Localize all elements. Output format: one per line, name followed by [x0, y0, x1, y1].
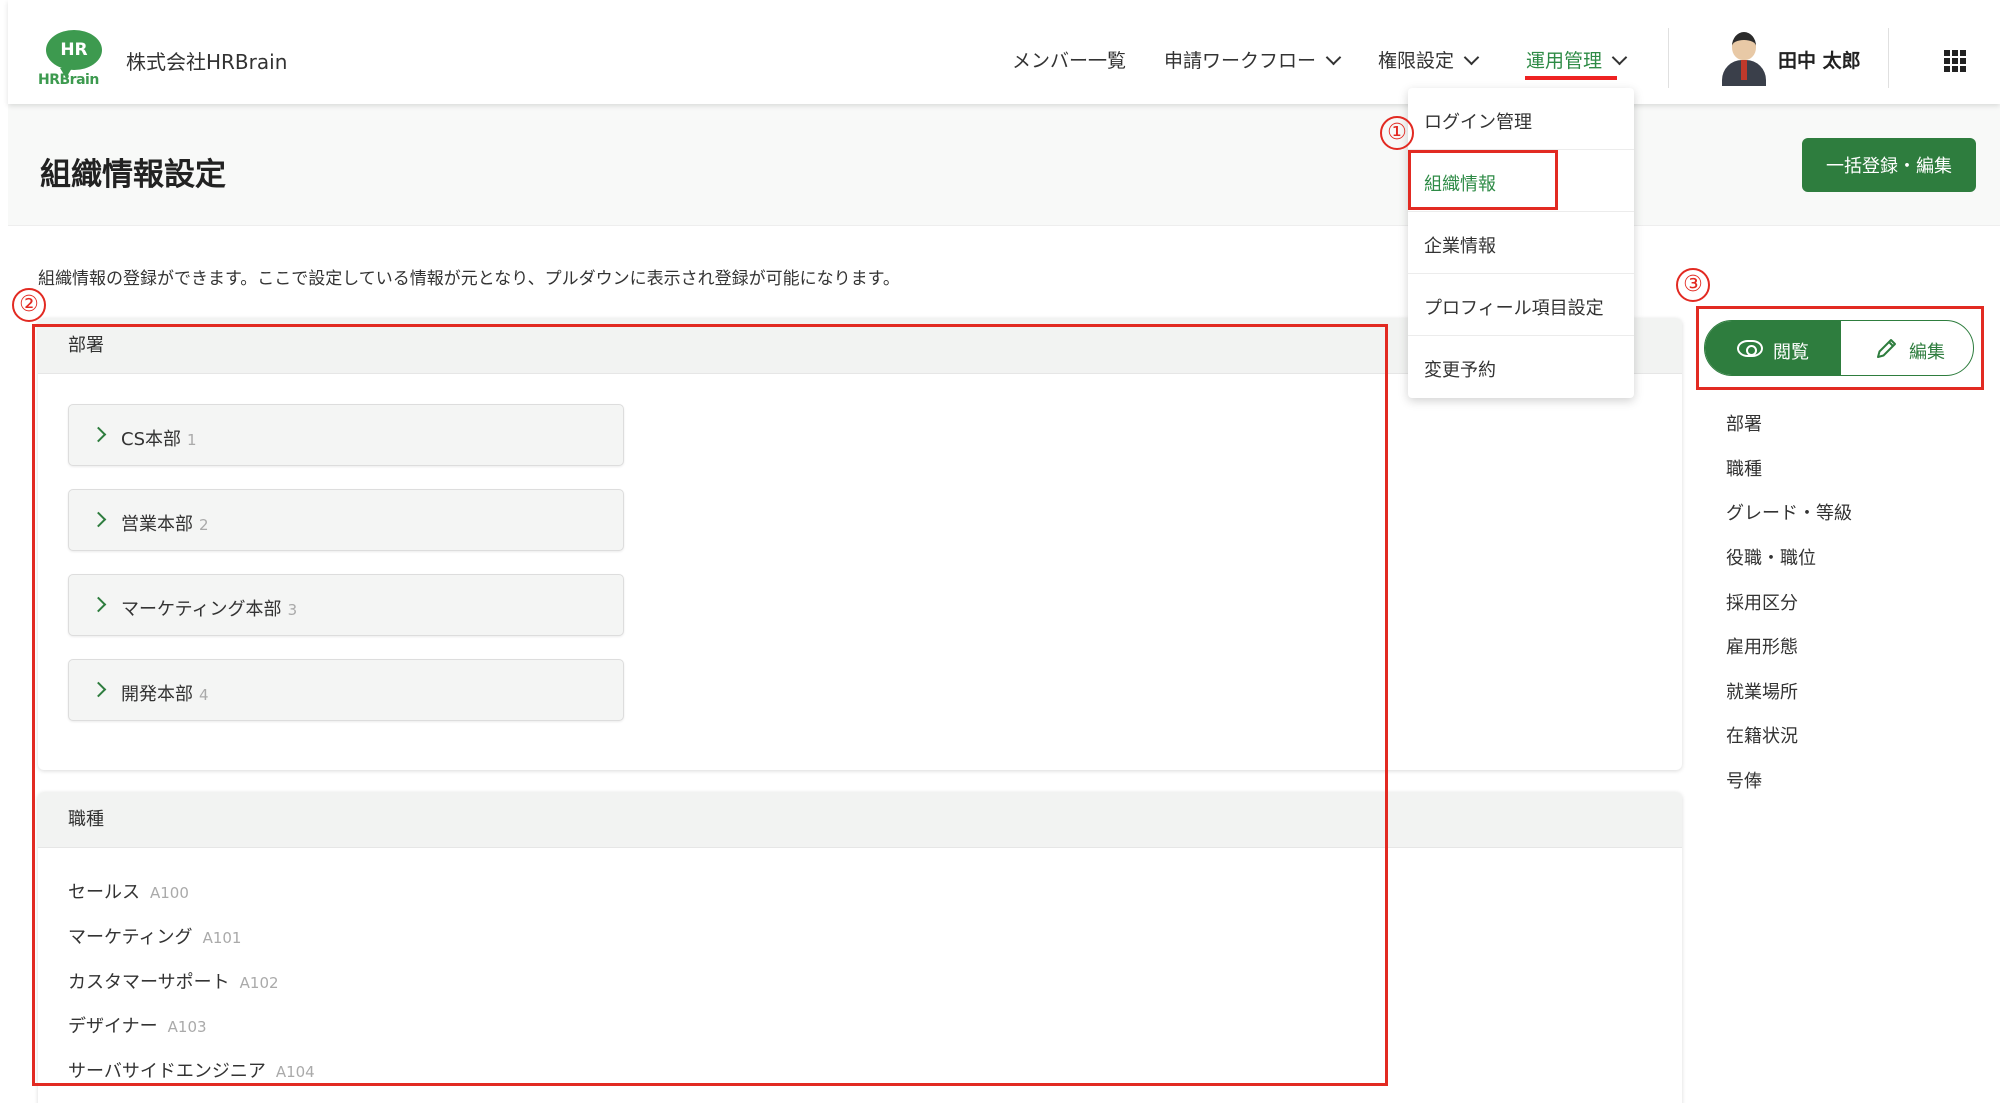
department-count: 3	[287, 601, 298, 619]
jobs-card: 職種 セールス A100 マーケティング A101 カスタマーサポート A102 デザ…	[38, 792, 1682, 1103]
bulk-edit-button[interactable]: 一括登録・編集	[1802, 138, 1976, 192]
nav-member-list[interactable]: メンバー一覧	[1012, 46, 1126, 73]
job-code: A101	[202, 929, 242, 947]
menu-item-label: 企業情報	[1424, 236, 1496, 257]
side-nav-workplace[interactable]: 就業場所	[1726, 678, 1798, 704]
menu-item-profile-fields[interactable]: プロフィール項目設定	[1408, 274, 1634, 336]
user-name[interactable]: 田中 太郎	[1778, 46, 1861, 73]
chevron-right-icon	[90, 511, 107, 528]
nav-operations[interactable]: 運用管理	[1526, 46, 1628, 73]
nav-workflow[interactable]: 申請ワークフロー	[1164, 46, 1342, 73]
logo-bubble: HR	[46, 30, 102, 78]
job-code: A100	[150, 884, 189, 902]
annotation-number-3: ③	[1676, 268, 1710, 302]
eye-icon	[1737, 340, 1763, 357]
side-nav-hiring-type[interactable]: 採用区分	[1726, 589, 1798, 615]
job-code: A104	[275, 1063, 315, 1081]
job-row: サーバサイドエンジニア A104	[68, 1057, 315, 1083]
pencil-icon	[1877, 339, 1896, 358]
department-row[interactable]: 開発本部 4	[68, 659, 624, 721]
nav-active-underline	[1525, 76, 1617, 80]
avatar-tie	[1741, 60, 1747, 80]
job-row: セールス A100	[68, 878, 189, 904]
menu-item-login[interactable]: ログイン管理	[1408, 88, 1634, 150]
side-nav-departments[interactable]: 部署	[1726, 410, 1762, 436]
department-row[interactable]: CS本部 1	[68, 404, 624, 466]
view-mode-button[interactable]: 閲覧	[1705, 321, 1841, 375]
menu-item-label: 変更予約	[1424, 360, 1496, 381]
side-nav-salary-step[interactable]: 号俸	[1726, 767, 1762, 793]
menu-item-company-info[interactable]: 企業情報	[1408, 212, 1634, 274]
header-divider	[1668, 28, 1669, 88]
side-nav-enrollment-status[interactable]: 在籍状況	[1726, 722, 1798, 748]
menu-item-label: プロフィール項目設定	[1424, 298, 1604, 319]
side-nav-job-types[interactable]: 職種	[1726, 455, 1762, 481]
chevron-right-icon	[90, 596, 107, 613]
department-name: マーケティング本部	[121, 599, 282, 620]
nav-permissions-label: 権限設定	[1378, 50, 1455, 72]
app-grid-icon[interactable]	[1944, 50, 1966, 72]
department-count: 1	[187, 431, 197, 449]
chevron-right-icon	[90, 426, 107, 443]
nav-operations-label: 運用管理	[1526, 50, 1603, 72]
page-description: 組織情報の登録ができます。ここで設定している情報が元となり、プルダウンに表示され…	[38, 269, 900, 289]
department-count: 2	[199, 516, 209, 534]
department-row[interactable]: 営業本部 2	[68, 489, 624, 551]
logo-brand-text: HRBrain	[38, 72, 99, 88]
annotation-number-1: ①	[1380, 116, 1414, 150]
edit-mode-button[interactable]: 編集	[1841, 321, 1973, 375]
nav-member-list-label: メンバー一覧	[1012, 50, 1127, 72]
job-name: セールス	[68, 882, 140, 903]
view-mode-label: 閲覧	[1773, 342, 1809, 363]
chevron-right-icon	[90, 681, 107, 698]
menu-item-label: ログイン管理	[1424, 112, 1532, 133]
department-name: 開発本部	[121, 684, 193, 705]
avatar-head	[1732, 32, 1756, 60]
job-code: A103	[167, 1018, 207, 1036]
menu-item-label: 組織情報	[1424, 174, 1496, 195]
job-name: デザイナー	[68, 1016, 158, 1037]
job-row: マーケティング A101	[68, 923, 241, 949]
department-name: 営業本部	[121, 514, 193, 535]
avatar[interactable]	[1722, 32, 1766, 86]
side-nav-grades[interactable]: グレード・等級	[1726, 499, 1852, 525]
chevron-down-icon	[1325, 49, 1342, 66]
department-name: CS本部	[121, 429, 181, 450]
job-name: カスタマーサポート	[68, 972, 230, 993]
operations-dropdown: ログイン管理 組織情報 企業情報 プロフィール項目設定 変更予約	[1408, 88, 1634, 398]
header-divider	[1888, 28, 1889, 88]
job-code: A102	[239, 974, 279, 992]
nav-permissions[interactable]: 権限設定	[1378, 46, 1480, 73]
menu-item-change-reservation[interactable]: 変更予約	[1408, 336, 1634, 398]
job-row: カスタマーサポート A102	[68, 968, 279, 994]
chevron-down-icon	[1611, 49, 1628, 66]
top-header: HR HRBrain 株式会社HRBrain メンバー一覧 申請ワークフロー 権…	[8, 0, 2000, 104]
chevron-down-icon	[1463, 49, 1480, 66]
annotation-number-2: ②	[12, 288, 46, 322]
nav-workflow-label: 申請ワークフロー	[1164, 50, 1317, 72]
job-name: サーバサイドエンジニア	[68, 1061, 266, 1082]
side-nav-employment-type[interactable]: 雇用形態	[1726, 633, 1798, 659]
department-count: 4	[199, 686, 209, 704]
jobs-heading: 職種	[38, 792, 1682, 848]
company-name: 株式会社HRBrain	[126, 50, 288, 74]
department-row[interactable]: マーケティング本部 3	[68, 574, 624, 636]
job-row: デザイナー A103	[68, 1012, 207, 1038]
hrbrain-logo[interactable]: HR HRBrain	[38, 30, 108, 92]
side-nav-positions[interactable]: 役職・職位	[1726, 544, 1816, 570]
menu-item-org-info[interactable]: 組織情報	[1408, 150, 1634, 212]
edit-mode-label: 編集	[1909, 342, 1945, 363]
job-name: マーケティング	[68, 927, 193, 948]
page-title: 組織情報設定	[40, 157, 226, 193]
view-edit-toggle: 閲覧 編集	[1704, 320, 1974, 376]
title-band: 組織情報設定 一括登録・編集	[8, 104, 2000, 226]
